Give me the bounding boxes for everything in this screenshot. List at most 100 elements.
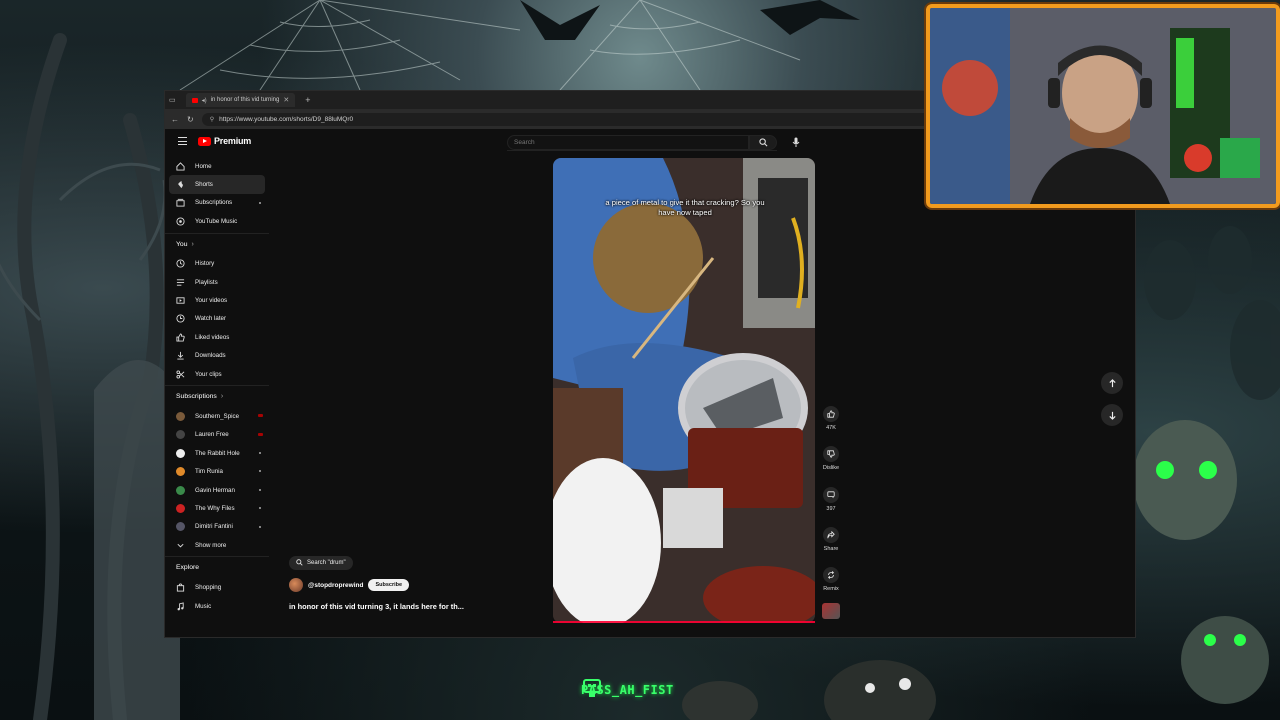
sidebar-item-your-clips[interactable]: Your clips — [165, 365, 269, 383]
channel-row: @stopdroprewind Subscribe — [289, 578, 499, 592]
speaker-icon[interactable]: ◂) — [202, 97, 207, 104]
youtube-logo[interactable]: Premium — [198, 136, 251, 146]
dislike-button[interactable]: Dislike — [819, 446, 843, 471]
music-note-icon — [177, 601, 184, 610]
video-icon — [176, 297, 185, 304]
sidebar-item-subscription[interactable]: Dimitri Fantini — [165, 518, 269, 536]
playlists-icon — [176, 278, 185, 286]
sidebar-item-label: Lauren Free — [195, 431, 229, 439]
subscriptions-section-header[interactable]: Subscriptions › — [165, 385, 269, 407]
subscriptions-list: Southern_Spice Lauren Free The Rabbit Hole… — [165, 407, 269, 536]
sidebar-item-subscription[interactable]: Southern_Spice — [165, 407, 269, 425]
sidebar-item-subscriptions[interactable]: Subscriptions — [165, 194, 269, 212]
sidebar-item-subscription[interactable]: Tim Runia — [165, 462, 269, 480]
sound-thumbnail[interactable] — [822, 603, 840, 619]
voice-search-button[interactable] — [789, 135, 803, 149]
sidebar-item-label: The Why Files — [195, 504, 235, 512]
search-suggestion-chip[interactable]: Search "drum" — [289, 555, 353, 570]
search-button[interactable] — [749, 135, 777, 150]
sidebar-item-label: Liked videos — [195, 333, 230, 341]
you-header-label: You — [176, 240, 188, 248]
channel-avatar — [176, 448, 185, 458]
comments-button[interactable]: 397 — [819, 487, 843, 512]
back-icon[interactable]: ← — [171, 115, 179, 124]
short-video-player[interactable]: a piece of metal to give it that crackin… — [553, 158, 815, 623]
channel-name[interactable]: @stopdroprewind — [308, 582, 363, 589]
sidebar: Home Shorts Subscriptions YouTube Music … — [165, 157, 269, 615]
thumbs-up-icon — [827, 410, 835, 418]
new-content-dot — [259, 201, 261, 204]
logo-text: Premium — [214, 136, 252, 146]
sidebar-item-playlists[interactable]: Playlists — [165, 273, 269, 291]
next-short-button[interactable] — [1101, 404, 1123, 426]
sidebar-item-label: Shorts — [195, 181, 213, 189]
channel-avatar — [176, 485, 185, 495]
short-title[interactable]: in honor of this vid turning 3, it lands… — [289, 602, 499, 611]
download-icon — [177, 352, 184, 360]
youtube-play-icon — [198, 136, 211, 146]
like-button[interactable]: 47K — [819, 406, 843, 431]
sidebar-item-label: Gavin Herman — [195, 486, 235, 494]
dislike-label: Dislike — [822, 465, 840, 471]
sidebar-item-shopping[interactable]: Shopping — [165, 578, 269, 596]
reload-icon[interactable]: ↻ — [187, 115, 194, 124]
microphone-icon — [792, 137, 800, 147]
history-icon — [176, 259, 185, 268]
subscribe-button[interactable]: Subscribe — [368, 579, 410, 591]
sidebar-item-label: The Rabbit Hole — [195, 449, 240, 457]
sidebar-item-home[interactable]: Home — [165, 157, 269, 175]
sidebar-item-label: Home — [195, 162, 212, 170]
sidebar-item-your-videos[interactable]: Your videos — [165, 291, 269, 309]
arrow-down-icon — [1108, 411, 1116, 420]
previous-short-button[interactable] — [1101, 372, 1123, 394]
live-indicator — [258, 432, 263, 436]
sidebar-toggle-icon[interactable]: ▭ — [169, 96, 176, 104]
chevron-down-icon — [177, 543, 184, 548]
sidebar-item-label: Subscriptions — [195, 199, 233, 207]
channel-avatar — [176, 503, 185, 513]
sidebar-item-liked-videos[interactable]: Liked videos — [165, 328, 269, 346]
show-more-button[interactable]: Show more — [165, 536, 269, 554]
remix-button[interactable]: Remix — [819, 567, 843, 592]
remix-label: Remix — [823, 586, 839, 592]
clock-icon — [176, 314, 185, 323]
browser-tab[interactable]: ◂) in honor of this vid turning ✕ — [185, 93, 296, 107]
you-section-header[interactable]: You › — [165, 232, 269, 255]
sidebar-item-label: Shopping — [195, 584, 222, 592]
sidebar-item-music[interactable]: Music — [165, 597, 269, 615]
search-input[interactable]: Search — [507, 135, 749, 150]
channel-avatar[interactable] — [289, 578, 303, 592]
hamburger-menu-icon[interactable] — [178, 137, 187, 145]
live-indicator — [258, 414, 263, 418]
search-icon — [296, 559, 303, 566]
new-content-dot — [259, 525, 261, 528]
subscriptions-icon — [176, 199, 185, 208]
close-tab-icon[interactable]: ✕ — [283, 96, 289, 104]
video-frame — [553, 158, 815, 623]
robot-icon — [583, 679, 601, 697]
site-info-icon[interactable]: ⚲ — [210, 116, 214, 123]
share-button[interactable]: Share — [819, 527, 843, 552]
sidebar-item-subscription[interactable]: Lauren Free — [165, 426, 269, 444]
sidebar-item-watch-later[interactable]: Watch later — [165, 310, 269, 328]
remix-icon — [828, 571, 834, 579]
sidebar-item-subscription[interactable]: The Rabbit Hole — [165, 444, 269, 462]
sidebar-item-subscription[interactable]: Gavin Herman — [165, 481, 269, 499]
sidebar-item-shorts[interactable]: Shorts — [169, 175, 265, 194]
new-content-dot — [259, 470, 261, 473]
sidebar-item-youtube-music[interactable]: YouTube Music — [165, 212, 269, 230]
video-progress-bar[interactable] — [553, 621, 815, 623]
sidebar-item-label: Your clips — [195, 370, 222, 378]
webcam-overlay — [926, 4, 1280, 208]
show-more-label: Show more — [195, 541, 227, 549]
sidebar-item-downloads[interactable]: Downloads — [165, 347, 269, 365]
channel-avatar — [176, 430, 185, 440]
sidebar-item-label: YouTube Music — [195, 217, 238, 225]
sidebar-item-label: Southern_Spice — [195, 412, 240, 420]
search-box: Search — [507, 135, 777, 151]
sidebar-item-history[interactable]: History — [165, 255, 269, 273]
scissors-icon — [176, 370, 185, 379]
new-tab-button[interactable]: + — [305, 95, 310, 105]
chevron-right-icon: › — [191, 240, 194, 248]
sidebar-item-subscription[interactable]: The Why Files — [165, 499, 269, 517]
